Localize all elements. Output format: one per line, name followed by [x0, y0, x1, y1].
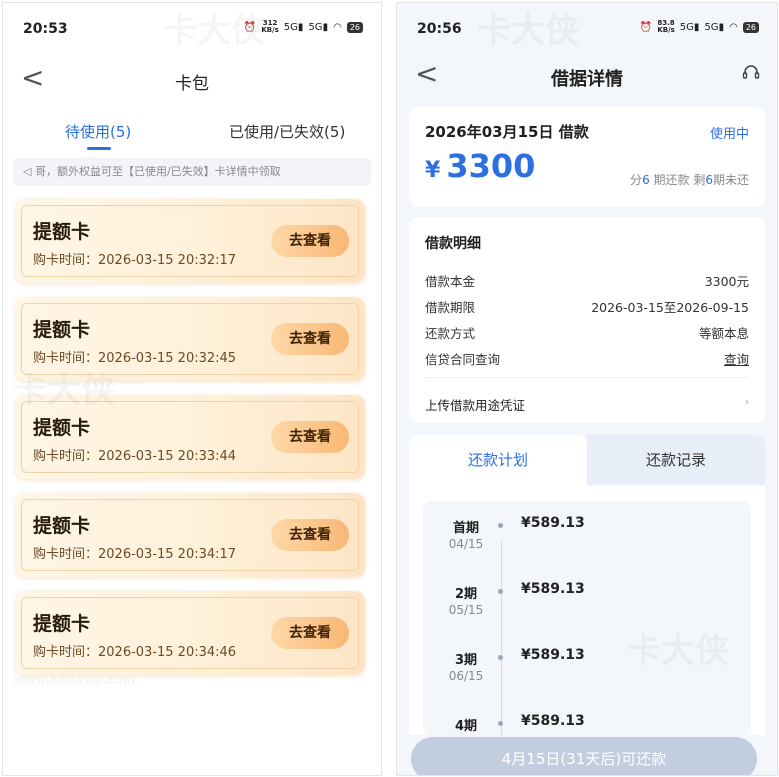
installment-item: 4期 ¥589.13: [454, 713, 585, 734]
view-button[interactable]: 去查看: [271, 519, 349, 551]
signal-icon: 5G▮: [283, 21, 304, 33]
card-name: 提额卡: [33, 221, 91, 243]
view-button[interactable]: 去查看: [271, 617, 349, 649]
signal-icon-2: 5G▮: [308, 21, 329, 33]
card-item[interactable]: 提额卡 购卡时间：2026-03-15 20:33:44 去查看: [15, 395, 365, 479]
card-item[interactable]: 提额卡 购卡时间：2026-03-15 20:34:17 去查看: [15, 493, 365, 577]
card-name: 提额卡: [33, 417, 91, 439]
repay-button[interactable]: 4月15日(31天后)可还款: [411, 737, 757, 775]
network-speed: 312 KB/s: [261, 19, 279, 34]
installment-summary: 分6 期还款 剩6期未还: [630, 173, 749, 187]
card-name: 提额卡: [33, 319, 91, 341]
loan-status-badge: 使用中: [709, 127, 749, 142]
nav-bar: < 卡包: [3, 61, 381, 97]
plan-tabs: 还款计划 还款记录: [409, 435, 765, 485]
wifi-icon: ◠: [333, 21, 342, 33]
battery-icon: 26: [742, 21, 759, 33]
upload-proof-row[interactable]: 上传借款用途凭证 ›: [425, 395, 749, 414]
nav-bar: < 借据详情: [397, 57, 777, 93]
network-speed: 83.8 KB/s: [657, 19, 675, 34]
card-tabs: 待使用(5) 已使用/已失效(5): [3, 121, 381, 157]
installment-item: 3期 06/15 ¥589.13: [448, 647, 585, 683]
view-button[interactable]: 去查看: [271, 225, 349, 257]
watermark-url: www.kadaxia.com: [13, 673, 135, 687]
loan-amount: ¥3300: [425, 147, 536, 185]
detail-row: 借款期限 2026-03-15至2026-09-15: [425, 300, 749, 315]
tab-used-expired[interactable]: 已使用/已失效(5): [229, 121, 345, 142]
view-button[interactable]: 去查看: [271, 323, 349, 355]
card-purchase-time: 购卡时间：2026-03-15 20:32:17: [33, 253, 237, 268]
tab-unused[interactable]: 待使用(5): [65, 121, 131, 142]
chevron-right-icon: ›: [744, 395, 749, 408]
status-bar: 20:56 ⏰ 83.8 KB/s 5G▮ 5G▮ ◠ 26: [397, 17, 777, 43]
contract-query-link[interactable]: 查询: [724, 349, 749, 368]
card-purchase-time: 购卡时间：2026-03-15 20:34:17: [33, 547, 237, 562]
detail-row: 还款方式 等额本息: [425, 326, 749, 341]
card-name: 提额卡: [33, 613, 91, 635]
page-title: 卡包: [175, 74, 209, 94]
battery-icon: 26: [346, 21, 363, 33]
loan-detail-screen: 20:56 ⏰ 83.8 KB/s 5G▮ 5G▮ ◠ 26 < 借据详情 202…: [396, 2, 778, 776]
status-time: 20:56: [417, 21, 462, 37]
notice-bar: ◁ 哥，额外权益可至【已使用/已失效】卡详情中领取: [13, 158, 371, 186]
loan-summary: 2026年03月15日 借款 使用中 ¥3300 分6 期还款 剩6期未还: [409, 107, 765, 207]
detail-row: 借款本金 3300元: [425, 274, 749, 289]
alarm-icon: ⏰: [639, 21, 653, 33]
status-time: 20:53: [23, 21, 68, 37]
installment-item: 首期 04/15 ¥589.13: [448, 515, 585, 551]
tab-repayment-records[interactable]: 还款记录: [587, 435, 765, 485]
card-item[interactable]: 提额卡 购卡时间：2026-03-15 20:32:17 去查看: [15, 199, 365, 283]
detail-row: 信贷合同查询 查询: [425, 349, 749, 367]
headset-icon[interactable]: [741, 63, 761, 83]
tab-indicator: [87, 147, 111, 150]
card-purchase-time: 购卡时间：2026-03-15 20:33:44: [33, 449, 237, 464]
card-purchase-time: 购卡时间：2026-03-15 20:32:45: [33, 351, 237, 366]
page-title: 借据详情: [551, 69, 623, 90]
repayment-plan: 首期 04/15 ¥589.13 2期 05/15 ¥589.13 3期 06/…: [409, 485, 765, 735]
status-bar: 20:53 ⏰ 312 KB/s 5G▮ 5G▮ ◠ 26: [3, 17, 381, 43]
wifi-icon: ◠: [729, 21, 738, 33]
card-item[interactable]: 提额卡 购卡时间：2026-03-15 20:32:45 去查看: [15, 297, 365, 381]
loan-title: 2026年03月15日 借款: [425, 123, 589, 141]
view-button[interactable]: 去查看: [271, 421, 349, 453]
card-wallet-screen: 20:53 ⏰ 312 KB/s 5G▮ 5G▮ ◠ 26 < 卡包 待使用(5)…: [2, 2, 382, 776]
loan-detail-section: 借款明细 借款本金 3300元 借款期限 2026-03-15至2026-09-15…: [409, 217, 765, 423]
installment-item: 2期 05/15 ¥589.13: [448, 581, 585, 617]
signal-icon-2: 5G▮: [704, 21, 725, 33]
section-heading: 借款明细: [425, 236, 481, 252]
alarm-icon: ⏰: [243, 21, 257, 33]
card-purchase-time: 购卡时间：2026-03-15 20:34:46: [33, 645, 237, 660]
tab-repayment-plan[interactable]: 还款计划: [409, 435, 587, 485]
signal-icon: 5G▮: [679, 21, 700, 33]
card-name: 提额卡: [33, 515, 91, 537]
card-item[interactable]: 提额卡 购卡时间：2026-03-15 20:34:46 去查看: [15, 591, 365, 675]
